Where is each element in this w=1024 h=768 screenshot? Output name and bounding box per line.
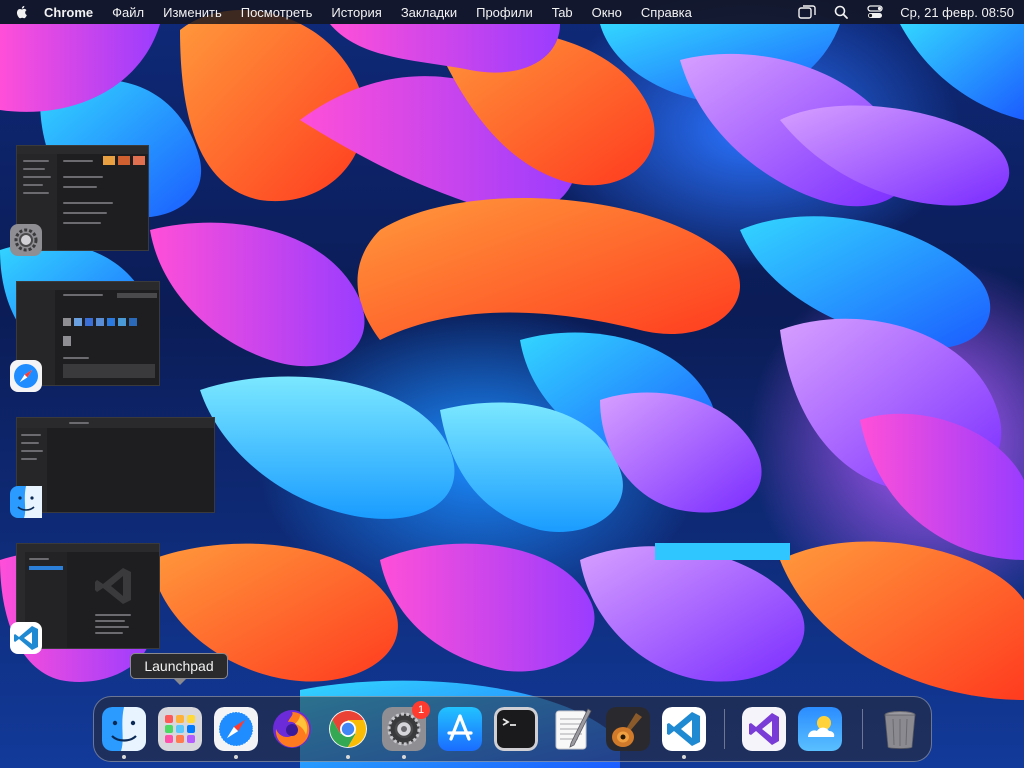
dock-launchpad-icon[interactable]	[158, 707, 202, 751]
thumb-line	[23, 176, 51, 178]
dock-running-indicator	[402, 755, 406, 759]
dock-running-indicator	[682, 755, 686, 759]
thumb-line	[63, 160, 93, 162]
dock-vscode-icon[interactable]	[662, 707, 706, 751]
system-settings-icon[interactable]	[10, 224, 42, 256]
thumb-titlebar	[17, 544, 159, 552]
thumb-swatch	[133, 156, 145, 165]
vscode-icon[interactable]	[10, 622, 42, 654]
dock-divider	[862, 709, 863, 749]
thumb-line	[23, 192, 49, 194]
window-switcher-icon[interactable]	[798, 4, 816, 20]
thumb-line	[63, 222, 101, 224]
thumb-line	[21, 434, 41, 436]
dock-tooltip: Launchpad	[130, 653, 228, 685]
dock: 1	[93, 696, 932, 762]
thumb-titlebar	[17, 418, 214, 428]
thumb-line	[63, 176, 103, 178]
finder-icon[interactable]	[10, 486, 42, 518]
thumb-line	[63, 357, 89, 359]
window-thumbnail-finder[interactable]	[16, 417, 215, 513]
thumb-titlebar	[17, 282, 159, 290]
thumb-line	[23, 160, 49, 162]
vscode-watermark-icon	[95, 568, 131, 604]
thumb-line	[21, 442, 39, 444]
control-center-icon[interactable]	[866, 4, 884, 20]
menu-edit[interactable]: Изменить	[163, 5, 222, 20]
dock-firefox-icon[interactable]	[270, 707, 314, 751]
menubar-clock[interactable]: Ср, 21 февр. 08:50	[900, 5, 1014, 20]
dock-textedit-icon[interactable]	[550, 707, 594, 751]
thumb-titlebar	[17, 146, 148, 154]
thumb-line	[21, 450, 43, 452]
thumb-line	[95, 632, 123, 634]
thumb-tile	[63, 318, 71, 326]
dock-safari-icon[interactable]	[214, 707, 258, 751]
menu-help[interactable]: Справка	[641, 5, 692, 20]
thumb-tile	[96, 318, 104, 326]
dock-trash-icon[interactable]	[878, 707, 922, 751]
menu-view[interactable]: Посмотреть	[241, 5, 313, 20]
thumb-line	[23, 168, 45, 170]
apple-menu-icon[interactable]	[14, 4, 30, 20]
thumb-tile	[74, 318, 82, 326]
notification-badge: 1	[412, 701, 430, 719]
menu-profiles[interactable]: Профили	[476, 5, 533, 20]
dock-visual-studio-icon[interactable]	[742, 707, 786, 751]
dock-garageband-icon[interactable]	[606, 707, 650, 751]
thumb-line	[21, 458, 37, 460]
thumb-tile	[63, 336, 71, 346]
menu-bookmarks[interactable]: Закладки	[401, 5, 457, 20]
thumb-line	[95, 620, 125, 622]
thumb-button	[29, 566, 63, 570]
dock-tooltip-label: Launchpad	[144, 658, 214, 674]
dock-finder-icon[interactable]	[102, 707, 146, 751]
dock-running-indicator	[122, 755, 126, 759]
menu-history[interactable]: История	[331, 5, 381, 20]
menu-app-name[interactable]: Chrome	[44, 5, 93, 20]
menu-bar: Chrome Файл Изменить Посмотреть История …	[0, 0, 1024, 24]
thumb-swatch	[103, 156, 115, 165]
thumb-line	[63, 212, 107, 214]
thumb-line	[63, 294, 103, 296]
search-icon[interactable]	[832, 4, 850, 20]
dock-chrome-icon[interactable]	[326, 707, 370, 751]
thumb-tile	[107, 318, 115, 326]
thumb-line	[29, 558, 49, 560]
thumb-line	[95, 614, 131, 616]
notification-badge-count: 1	[417, 704, 425, 716]
menu-window[interactable]: Окно	[592, 5, 622, 20]
dock-terminal-icon[interactable]	[494, 707, 538, 751]
thumb-tile	[118, 318, 126, 326]
dock-running-indicator	[234, 755, 238, 759]
dock-app-store-icon[interactable]	[438, 707, 482, 751]
thumb-tile	[129, 318, 137, 326]
dock-weather-icon[interactable]	[798, 707, 842, 751]
dock-divider	[724, 709, 725, 749]
dock-running-indicator	[346, 755, 350, 759]
safari-icon[interactable]	[10, 360, 42, 392]
thumb-tile	[85, 318, 93, 326]
thumb-bar	[117, 293, 157, 298]
thumb-line	[63, 186, 97, 188]
thumb-line	[63, 202, 113, 204]
menu-file[interactable]: Файл	[112, 5, 144, 20]
thumb-line	[69, 422, 89, 424]
thumb-line	[95, 626, 129, 628]
menu-tab[interactable]: Tab	[552, 5, 573, 20]
thumb-line	[23, 184, 43, 186]
thumb-swatch	[118, 156, 130, 165]
thumb-panel	[63, 364, 155, 378]
